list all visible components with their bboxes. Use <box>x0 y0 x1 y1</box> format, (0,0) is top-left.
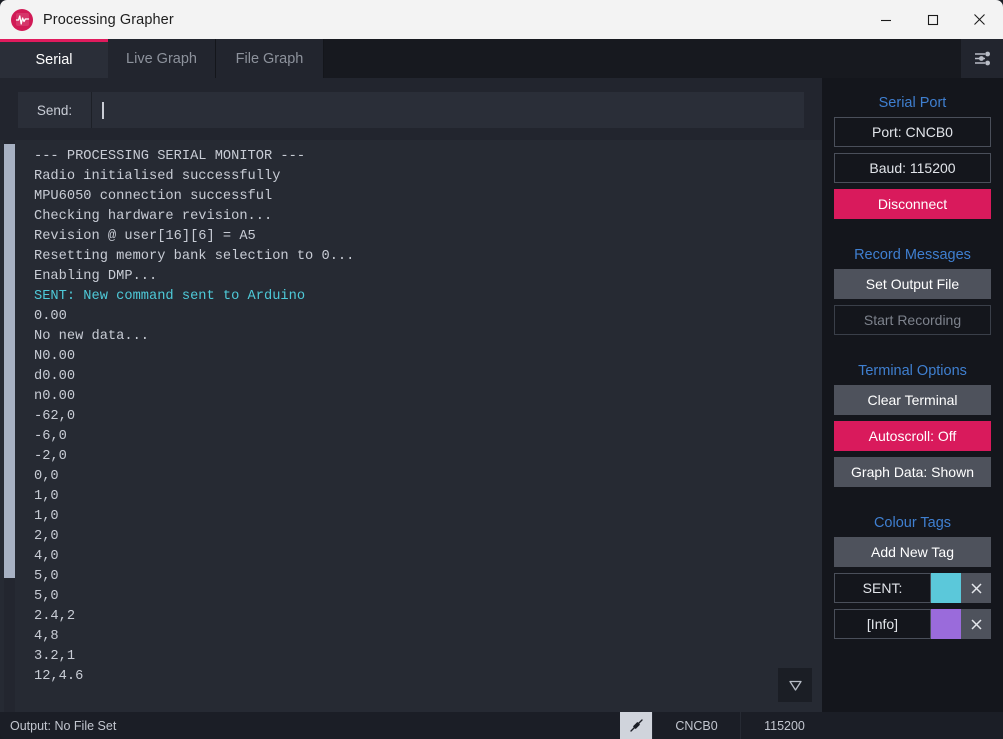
terminal-line: 0,0 <box>34 469 59 484</box>
minimize-icon[interactable] <box>862 0 909 39</box>
terminal-scrollbar[interactable] <box>4 140 15 712</box>
terminal-scrollbar-thumb[interactable] <box>4 144 15 578</box>
tab-live-graph-label: Live Graph <box>126 50 197 67</box>
sidebar-heading-serial-port: Serial Port <box>878 95 947 111</box>
colour-tag-swatch[interactable] <box>931 573 961 603</box>
terminal-line: 2,0 <box>34 529 59 544</box>
status-baud: 115200 <box>740 712 828 739</box>
terminal-line: 1,0 <box>34 489 59 504</box>
sidebar-heading-terminal-options: Terminal Options <box>858 363 967 379</box>
terminal-line: 5,0 <box>34 569 59 584</box>
sliders-icon[interactable] <box>961 39 1003 78</box>
tab-live-graph[interactable]: Live Graph <box>108 39 216 78</box>
tab-serial[interactable]: Serial <box>0 39 108 78</box>
sidebar-heading-colour-tags: Colour Tags <box>873 515 952 531</box>
window-controls <box>862 0 1003 39</box>
sidebar-item-set-output-file[interactable]: Set Output File <box>834 269 991 299</box>
sidebar-item-add-new-tag[interactable]: Add New Tag <box>834 537 991 567</box>
sidebar-item-autoscroll[interactable]: Autoscroll: Off <box>834 421 991 451</box>
close-icon[interactable] <box>961 573 991 603</box>
terminal-line: -62,0 <box>34 409 76 424</box>
sidebar-heading-record-messages: Record Messages <box>854 247 971 263</box>
colour-tag-row: SENT: <box>834 573 991 603</box>
tab-bar: Serial Live Graph File Graph <box>0 39 1003 78</box>
maximize-icon[interactable] <box>909 0 956 39</box>
terminal-line: 12,4.6 <box>34 669 84 684</box>
text-caret <box>102 101 104 119</box>
status-output-file: Output: No File Set <box>10 718 117 733</box>
send-label: Send: <box>18 92 92 128</box>
status-port: CNCB0 <box>652 712 740 739</box>
terminal-line: d0.00 <box>34 369 76 384</box>
sidebar: Serial Port Port: CNCB0 Baud: 115200 Dis… <box>822 78 1003 712</box>
terminal-line: 3.2,1 <box>34 649 76 664</box>
close-icon[interactable] <box>961 609 991 639</box>
serial-panel: Send: --- PROCESSING SERIAL MONITOR --- R… <box>0 78 822 712</box>
sidebar-gap-1 <box>822 225 1003 241</box>
terminal-line: MPU6050 connection successful <box>34 189 273 204</box>
title-bar: Processing Grapher <box>0 0 1003 39</box>
app-window: Processing Grapher Serial Live Graph Fil… <box>0 0 1003 739</box>
terminal-output: --- PROCESSING SERIAL MONITOR --- Radio i… <box>34 147 794 687</box>
plug-icon[interactable] <box>620 712 652 739</box>
tab-bar-spacer <box>324 39 961 78</box>
tab-serial-label: Serial <box>35 52 73 68</box>
colour-tag-name[interactable]: SENT: <box>834 573 931 603</box>
triangle-down-icon[interactable] <box>778 668 812 702</box>
terminal-line: N0.00 <box>34 349 76 364</box>
sidebar-item-start-recording[interactable]: Start Recording <box>834 305 991 335</box>
window-title: Processing Grapher <box>43 11 174 28</box>
terminal-line: SENT: New command sent to Arduino <box>34 289 306 304</box>
sidebar-item-port[interactable]: Port: CNCB0 <box>834 117 991 147</box>
tab-file-graph[interactable]: File Graph <box>216 39 324 78</box>
serial-terminal[interactable]: --- PROCESSING SERIAL MONITOR --- Radio i… <box>0 140 822 712</box>
sidebar-item-disconnect[interactable]: Disconnect <box>834 189 991 219</box>
terminal-line: Revision @ user[16][6] = A5 <box>34 229 256 244</box>
terminal-line: n0.00 <box>34 389 76 404</box>
terminal-line: Resetting memory bank selection to 0... <box>34 249 355 264</box>
terminal-line: -2,0 <box>34 449 67 464</box>
terminal-line: -6,0 <box>34 429 67 444</box>
terminal-line: Enabling DMP... <box>34 269 158 284</box>
terminal-line: No new data... <box>34 329 149 344</box>
terminal-line: 0.00 <box>34 309 67 324</box>
terminal-line: 4,8 <box>34 629 59 644</box>
status-bar: Output: No File Set CNCB0 115200 <box>0 712 1003 739</box>
status-bar-tail <box>828 712 1003 739</box>
sidebar-gap-3 <box>822 493 1003 509</box>
sidebar-item-clear-terminal[interactable]: Clear Terminal <box>834 385 991 415</box>
close-icon[interactable] <box>956 0 1003 39</box>
tab-file-graph-label: File Graph <box>235 50 304 67</box>
terminal-line: 2.4,2 <box>34 609 76 624</box>
sidebar-item-graph-data[interactable]: Graph Data: Shown <box>834 457 991 487</box>
waveform-icon <box>11 8 33 31</box>
send-row: Send: <box>18 92 804 128</box>
send-input[interactable] <box>92 92 804 128</box>
colour-tag-row: [Info] <box>834 609 991 639</box>
terminal-line: 1,0 <box>34 509 59 524</box>
terminal-line: 5,0 <box>34 589 59 604</box>
terminal-line: 4,0 <box>34 549 59 564</box>
terminal-line: --- PROCESSING SERIAL MONITOR --- <box>34 149 306 164</box>
sidebar-item-baud[interactable]: Baud: 115200 <box>834 153 991 183</box>
colour-tag-list: SENT: [Info] <box>822 573 1003 639</box>
sidebar-gap-2 <box>822 341 1003 357</box>
colour-tag-name[interactable]: [Info] <box>834 609 931 639</box>
colour-tag-swatch[interactable] <box>931 609 961 639</box>
terminal-line: Checking hardware revision... <box>34 209 273 224</box>
terminal-line: Radio initialised successfully <box>34 169 281 184</box>
